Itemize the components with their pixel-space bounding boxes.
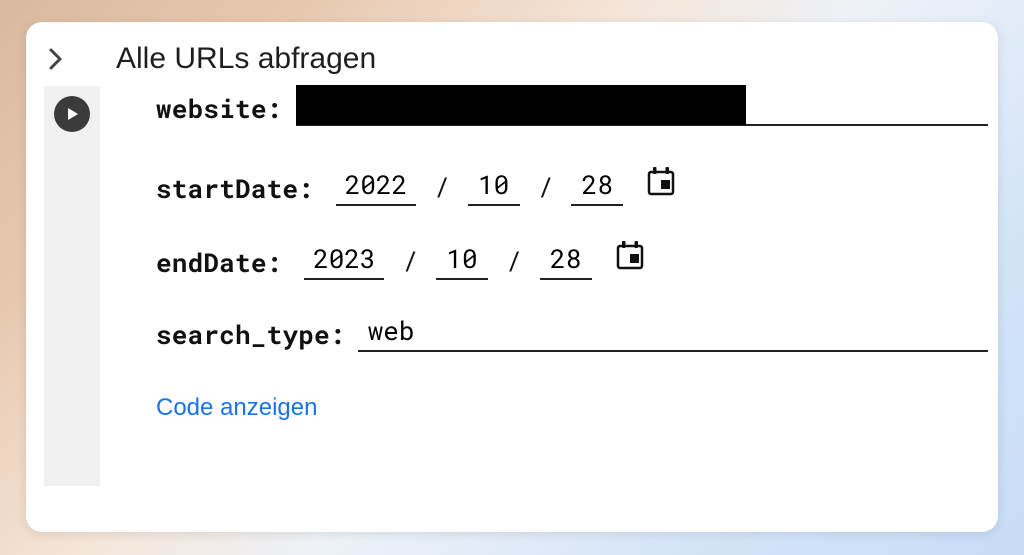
redacted-block xyxy=(296,85,746,125)
slash: / xyxy=(488,244,540,280)
startdate-row: startDate: / / xyxy=(156,166,988,206)
notebook-cell-card: Alle URLs abfragen website: startDate: /… xyxy=(26,22,998,532)
startdate-day-input[interactable] xyxy=(571,168,623,206)
slash: / xyxy=(520,170,572,206)
cell-title: Alle URLs abfragen xyxy=(116,42,376,76)
searchtype-input[interactable] xyxy=(358,314,988,352)
website-input[interactable] xyxy=(296,90,988,126)
searchtype-row: search_type: xyxy=(156,314,988,352)
enddate-month-input[interactable] xyxy=(436,242,488,280)
form-area: website: startDate: / / endDate: / xyxy=(100,86,998,486)
enddate-row: endDate: / / xyxy=(156,240,988,280)
searchtype-label: search_type: xyxy=(156,318,346,352)
calendar-icon[interactable] xyxy=(647,166,675,206)
startdate-year-input[interactable] xyxy=(336,168,416,206)
startdate-month-input[interactable] xyxy=(468,168,520,206)
slash: / xyxy=(416,170,468,206)
calendar-icon[interactable] xyxy=(616,240,644,280)
show-code-link[interactable]: Code anzeigen xyxy=(156,394,317,422)
website-row: website: xyxy=(156,90,988,126)
enddate-day-input[interactable] xyxy=(540,242,592,280)
cell-header: Alle URLs abfragen xyxy=(26,22,998,86)
startdate-label: startDate: xyxy=(156,172,314,206)
run-cell-button[interactable] xyxy=(54,96,90,132)
website-label: website: xyxy=(156,92,282,126)
chevron-right-icon[interactable] xyxy=(48,48,82,70)
slash: / xyxy=(384,244,436,280)
enddate-label: endDate: xyxy=(156,246,282,280)
enddate-year-input[interactable] xyxy=(304,242,384,280)
cell-gutter xyxy=(44,86,100,486)
